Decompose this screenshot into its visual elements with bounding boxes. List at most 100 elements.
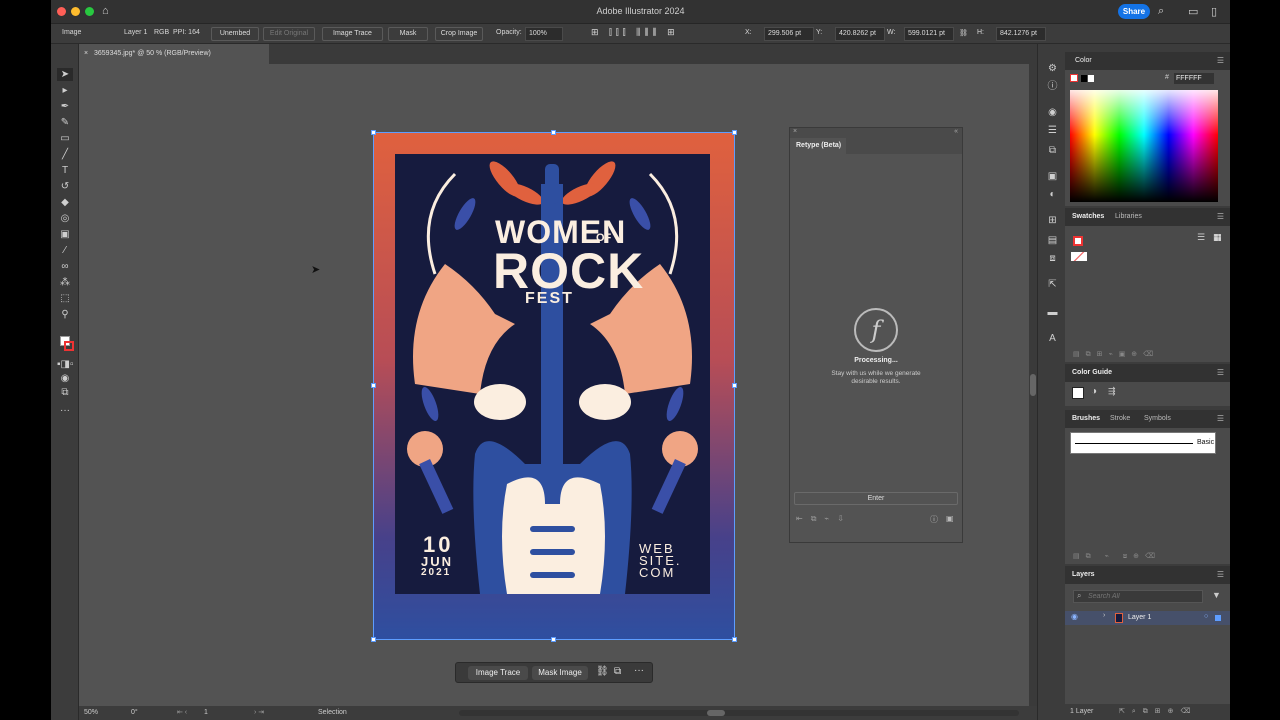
selection-tool-icon[interactable]: ➤ bbox=[57, 68, 73, 81]
swatches-tab[interactable]: Swatches bbox=[1072, 208, 1104, 226]
ctx-image-trace-button[interactable]: Image Trace bbox=[468, 666, 528, 680]
grid-view-icon[interactable]: ▦ bbox=[1213, 232, 1222, 243]
close-tab-icon[interactable]: × bbox=[84, 44, 88, 64]
none-swatch[interactable] bbox=[1073, 236, 1083, 246]
curvature-tool-icon[interactable]: ✎ bbox=[57, 116, 73, 129]
document-tab[interactable]: × 3659345.jpg* @ 50 % (RGB/Preview) bbox=[79, 44, 269, 64]
w-field[interactable]: 599.0121 pt bbox=[904, 27, 954, 41]
retype-tab[interactable]: Retype (Beta) bbox=[790, 138, 846, 154]
libraries-panel-icon[interactable]: ▤ bbox=[1046, 234, 1059, 247]
pathfinder-icon[interactable]: ⊞ bbox=[1046, 214, 1059, 227]
workspace-switcher-icon[interactable]: ▭ bbox=[1188, 5, 1198, 18]
eraser-tool-icon[interactable]: ◆ bbox=[57, 196, 73, 209]
layers-footer-icons[interactable]: ⇱⌕⧉⊞⊕⌫ bbox=[1119, 707, 1197, 716]
ctx-crop-icon[interactable]: ⧉ bbox=[614, 666, 621, 677]
layer-visibility-eye-icon[interactable]: ◉ bbox=[1071, 612, 1078, 621]
align-icons[interactable]: ⊞ ⫿⫿⫿ ⫼⫼⫼ ⊞ bbox=[591, 27, 679, 38]
transparency-icon[interactable]: ◐ bbox=[1046, 188, 1059, 201]
export-icon[interactable]: ⇱ bbox=[1046, 278, 1059, 291]
layers-title[interactable]: Layers bbox=[1072, 566, 1095, 584]
fill-stroke-swatch-icon[interactable] bbox=[57, 334, 74, 356]
retype-enter-button[interactable]: Enter bbox=[794, 492, 958, 505]
properties-icon[interactable]: ⚙ bbox=[1046, 62, 1059, 75]
more-tools-icon[interactable]: ··· bbox=[57, 404, 73, 417]
horizontal-scrollbar[interactable] bbox=[459, 710, 1019, 716]
info-icon[interactable]: ⓘ bbox=[1046, 80, 1059, 93]
resize-handle-tc[interactable] bbox=[551, 130, 556, 135]
list-view-icon[interactable]: ☰ bbox=[1197, 232, 1205, 243]
resize-handle-br[interactable] bbox=[732, 637, 737, 642]
resize-handle-tr[interactable] bbox=[732, 130, 737, 135]
retype-footer-icons[interactable]: ⇤⧉⌁⇩ bbox=[796, 514, 852, 524]
comments-icon[interactable]: ▬ bbox=[1046, 306, 1059, 319]
align-panel-icon[interactable]: ☰ bbox=[1046, 124, 1059, 137]
h-field[interactable]: 842.1276 pt bbox=[996, 27, 1046, 41]
guide-base-color-swatch[interactable] bbox=[1072, 387, 1084, 399]
layer-name-link[interactable]: Layer 1 bbox=[124, 29, 147, 36]
black-swatch[interactable] bbox=[1081, 75, 1087, 82]
white-swatch[interactable] bbox=[1088, 75, 1094, 82]
character-icon[interactable]: A bbox=[1046, 332, 1059, 345]
panel-close-icon[interactable]: × bbox=[793, 128, 797, 135]
pen-tool-icon[interactable]: ✒ bbox=[57, 100, 73, 113]
color-spectrum[interactable] bbox=[1070, 90, 1218, 202]
ctx-mask-image-button[interactable]: Mask Image bbox=[532, 666, 588, 680]
zoom-level[interactable]: 50% bbox=[84, 709, 98, 716]
hex-value-field[interactable]: FFFFFF bbox=[1174, 73, 1214, 84]
shape-builder-tool-icon[interactable]: ◎ bbox=[57, 212, 73, 225]
panel-collapse-icon[interactable]: « bbox=[954, 128, 958, 135]
vertical-scrollbar[interactable] bbox=[1029, 64, 1037, 706]
color-panel-menu-icon[interactable]: ☰ bbox=[1217, 52, 1224, 70]
resize-handle-bl[interactable] bbox=[371, 637, 376, 642]
x-field[interactable]: 299.506 pt bbox=[764, 27, 814, 41]
artboard-nav-next-icons[interactable]: › ⇥ bbox=[254, 708, 264, 716]
edit-original-button[interactable]: Edit Original bbox=[263, 27, 315, 41]
resize-handle-bc[interactable] bbox=[551, 637, 556, 642]
layer-name[interactable]: Layer 1 bbox=[1128, 614, 1151, 621]
rotation-value[interactable]: 0° bbox=[131, 709, 138, 716]
direct-selection-tool-icon[interactable]: ▸ bbox=[57, 84, 73, 97]
rectangle-tool-icon[interactable]: ▭ bbox=[57, 132, 73, 145]
retype-feedback-icon[interactable]: ▣ bbox=[946, 514, 954, 523]
swatches-panel-menu-icon[interactable]: ☰ bbox=[1217, 208, 1224, 226]
image-trace-button[interactable]: Image Trace bbox=[322, 27, 383, 41]
registration-swatch[interactable] bbox=[1071, 252, 1087, 261]
unembed-button[interactable]: Unembed bbox=[211, 27, 259, 41]
libraries-tab[interactable]: Libraries bbox=[1115, 208, 1142, 226]
guide-options-icon[interactable]: ⇶ bbox=[1108, 386, 1116, 397]
artboard-tool-icon[interactable]: ⬚ bbox=[57, 292, 73, 305]
brushes-footer-icons[interactable]: ▤⧉ ⌁ ⧈⊕⌫ bbox=[1073, 552, 1161, 561]
link-proportions-icon[interactable]: ⛓ bbox=[959, 29, 968, 37]
resize-handle-tl[interactable] bbox=[371, 130, 376, 135]
screen-mode-icon[interactable]: ⧉ bbox=[57, 386, 73, 399]
crop-image-button[interactable]: Crop Image bbox=[435, 27, 483, 41]
symbols-tab[interactable]: Symbols bbox=[1144, 410, 1171, 428]
brushes-panel-menu-icon[interactable]: ☰ bbox=[1217, 410, 1224, 428]
brushes-tab[interactable]: Brushes bbox=[1072, 410, 1100, 428]
guide-harmony-icon[interactable]: ◑ bbox=[1091, 386, 1097, 397]
artboard-nav-icons[interactable]: ⇤ ‹ bbox=[177, 708, 187, 716]
ctx-link-icon[interactable]: ⛓ bbox=[596, 666, 609, 677]
retype-info-icon[interactable]: ⓘ bbox=[930, 514, 938, 525]
zoom-tool-icon[interactable]: ⚲ bbox=[57, 308, 73, 321]
eyedropper-tool-icon[interactable]: ⁄ bbox=[57, 244, 73, 257]
stroke-tab[interactable]: Stroke bbox=[1110, 410, 1130, 428]
layers-search-input[interactable] bbox=[1073, 590, 1203, 603]
color-panel-header[interactable]: Color ☰ bbox=[1065, 52, 1230, 70]
mask-button[interactable]: Mask bbox=[388, 27, 428, 41]
ctx-more-icon[interactable]: ··· bbox=[634, 665, 644, 676]
basic-brush-item[interactable]: Basic bbox=[1070, 432, 1216, 454]
type-tool-icon[interactable]: T bbox=[57, 164, 73, 177]
layer-row-layer-1[interactable]: ◉ › Layer 1 ○ bbox=[1065, 611, 1230, 625]
share-button[interactable]: Share bbox=[1118, 4, 1150, 19]
resize-handle-mr[interactable] bbox=[732, 383, 737, 388]
color-mode-icons[interactable]: ▪◨▫ bbox=[57, 358, 74, 371]
gradient-tool-icon[interactable]: ▣ bbox=[57, 228, 73, 241]
rotate-tool-icon[interactable]: ↺ bbox=[57, 180, 73, 193]
graphic-styles-icon[interactable]: ▣ bbox=[1046, 170, 1059, 183]
layers-filter-icon[interactable]: ▼ bbox=[1212, 590, 1221, 600]
draw-mode-icon[interactable]: ◉ bbox=[57, 372, 73, 385]
asset-export-icon[interactable]: ⧈ bbox=[1046, 252, 1059, 265]
swatches-footer-icons[interactable]: ▤⧉⊞⌁▣⊕⌫ bbox=[1073, 350, 1159, 359]
appearance-icon[interactable]: ◉ bbox=[1046, 106, 1059, 119]
